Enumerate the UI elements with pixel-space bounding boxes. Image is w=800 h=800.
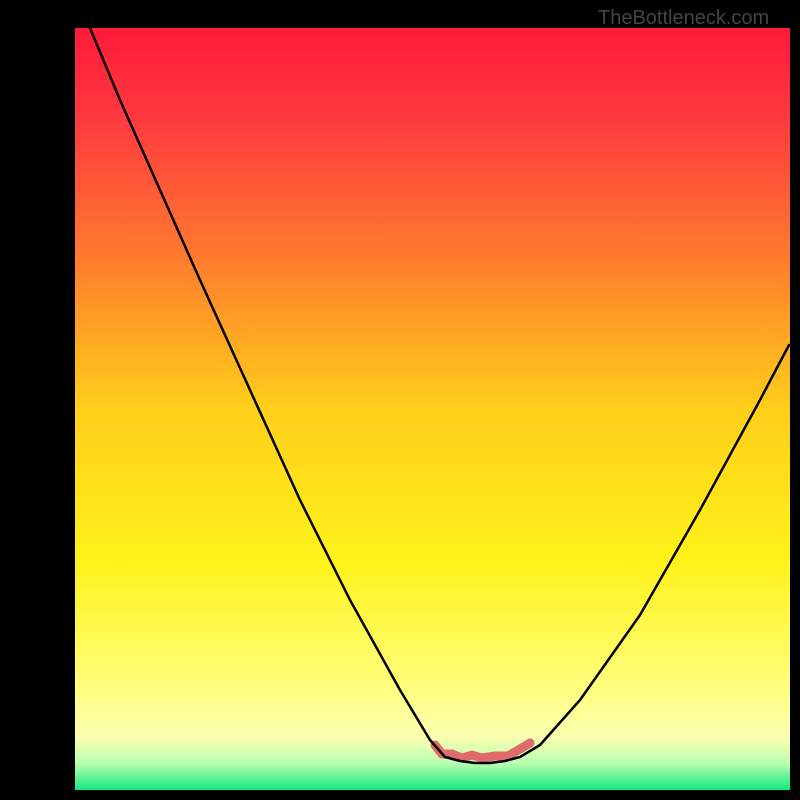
plot-background (75, 28, 790, 790)
viewport: TheBottleneck.com (0, 0, 800, 800)
plot-svg (0, 0, 800, 800)
watermark-label: TheBottleneck.com (598, 7, 769, 30)
